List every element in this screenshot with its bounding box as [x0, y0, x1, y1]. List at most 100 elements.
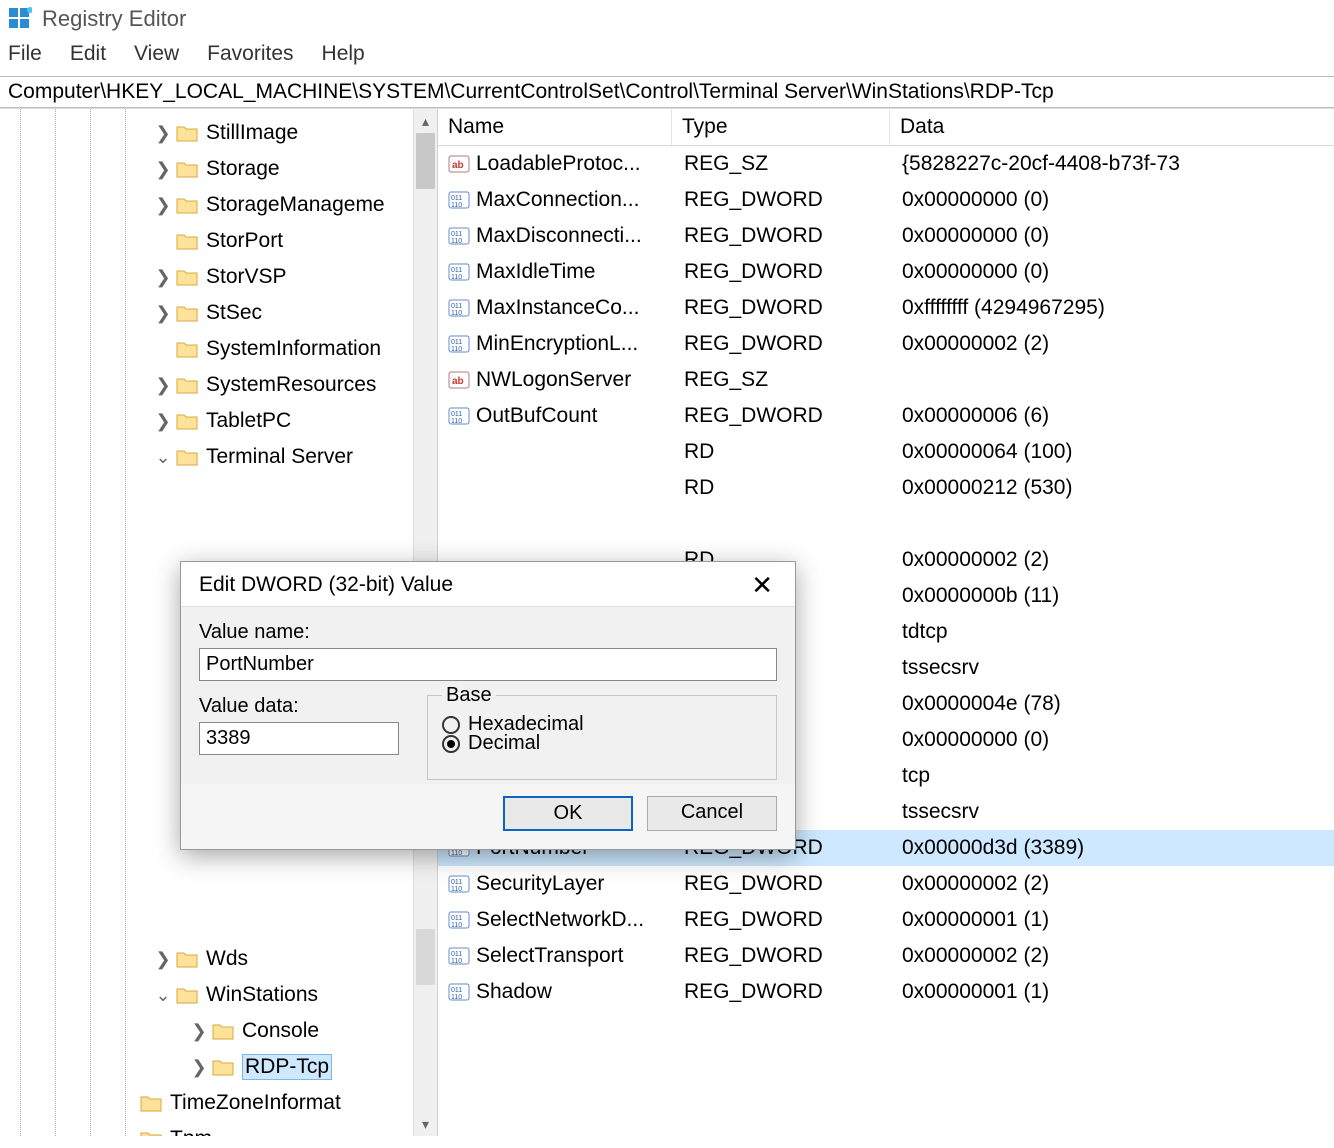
tree-item[interactable]: ❯ StorVSP — [0, 259, 437, 295]
list-row[interactable]: 011110 MaxIdleTime REG_DWORD 0x00000000 … — [438, 254, 1334, 290]
tree-item[interactable]: Tpm — [0, 1121, 437, 1136]
list-row[interactable]: 011110 SelectTransport REG_DWORD 0x00000… — [438, 938, 1334, 974]
list-row[interactable]: 011110 RD 0x00000212 (530) — [438, 470, 1334, 506]
tree-label: SystemInformation — [206, 337, 381, 361]
tree-item[interactable]: ❯ Wds — [0, 941, 437, 977]
cell-name: OutBufCount — [476, 404, 674, 428]
tree-label: Tpm — [170, 1127, 212, 1136]
ok-button[interactable]: OK — [503, 796, 633, 831]
title-bar: Registry Editor — [0, 0, 1334, 38]
scroll-thumb-lower[interactable] — [416, 929, 435, 985]
tree-label: TimeZoneInformat — [170, 1091, 341, 1115]
menu-favorites[interactable]: Favorites — [207, 42, 293, 66]
edit-dword-dialog: Edit DWORD (32-bit) Value ✕ Value name: … — [180, 561, 796, 850]
cell-data: 0x00000064 (100) — [892, 440, 1334, 464]
folder-icon — [176, 340, 198, 358]
close-icon[interactable]: ✕ — [743, 572, 781, 598]
svg-text:011: 011 — [451, 915, 462, 922]
chevron-icon[interactable]: ❯ — [154, 159, 172, 180]
tree-item[interactable]: TimeZoneInformat — [0, 1085, 437, 1121]
cell-type: REG_DWORD — [674, 224, 892, 248]
tree-item[interactable]: ❯ TabletPC — [0, 403, 437, 439]
svg-text:110: 110 — [451, 238, 462, 245]
tree-item[interactable]: ❯ Console — [0, 1013, 437, 1049]
cell-data: {5828227c-20cf-4408-b73f-73 — [892, 152, 1334, 176]
cell-data: 0x00000000 (0) — [892, 728, 1334, 752]
value-data-input[interactable] — [199, 722, 399, 755]
reg-dword-icon: 011110 — [448, 189, 470, 211]
menu-view[interactable]: View — [134, 42, 179, 66]
svg-text:011: 011 — [451, 339, 462, 346]
reg-dword-icon: 011110 — [448, 333, 470, 355]
svg-text:110: 110 — [451, 202, 462, 209]
tree-label: RDP-Tcp — [242, 1054, 332, 1080]
cell-type: RD — [674, 440, 892, 464]
reg-dword-icon: 011110 — [448, 873, 470, 895]
list-row[interactable]: 011110 MaxInstanceCo... REG_DWORD 0xffff… — [438, 290, 1334, 326]
list-row[interactable]: 011110 SecurityLayer REG_DWORD 0x0000000… — [438, 866, 1334, 902]
radio-dec[interactable]: Decimal — [442, 732, 762, 755]
tree-item[interactable]: ❯ Storage — [0, 151, 437, 187]
list-row[interactable]: 011110 — [438, 506, 1334, 542]
chevron-icon[interactable]: ❯ — [190, 1057, 208, 1078]
chevron-icon[interactable]: ❯ — [154, 949, 172, 970]
menu-help[interactable]: Help — [322, 42, 365, 66]
col-data[interactable]: Data — [890, 109, 1334, 145]
cell-data: 0x00000212 (530) — [892, 476, 1334, 500]
svg-text:110: 110 — [451, 310, 462, 317]
value-name-input[interactable] — [199, 648, 777, 681]
tree-item[interactable]: SystemInformation — [0, 331, 437, 367]
col-name[interactable]: Name — [438, 109, 672, 145]
folder-icon — [176, 950, 198, 968]
tree-item[interactable]: StorPort — [0, 223, 437, 259]
cancel-button[interactable]: Cancel — [647, 796, 777, 831]
tree-item[interactable]: ⌄ Terminal Server — [0, 439, 437, 475]
folder-icon — [176, 124, 198, 142]
list-row[interactable]: 011110 MaxConnection... REG_DWORD 0x0000… — [438, 182, 1334, 218]
cell-data: 0x00000002 (2) — [892, 332, 1334, 356]
chevron-icon[interactable]: ❯ — [154, 375, 172, 396]
tree-item[interactable]: ⌄ WinStations — [0, 977, 437, 1013]
list-row[interactable]: 011110 SelectNetworkD... REG_DWORD 0x000… — [438, 902, 1334, 938]
svg-text:110: 110 — [451, 886, 462, 893]
chevron-icon[interactable]: ❯ — [190, 1021, 208, 1042]
cell-name: NWLogonServer — [476, 368, 674, 392]
cell-type: REG_DWORD — [674, 872, 892, 896]
svg-text:ab: ab — [452, 160, 464, 171]
tree-item[interactable]: ❯ StillImage — [0, 115, 437, 151]
menu-file[interactable]: File — [8, 42, 42, 66]
chevron-icon[interactable]: ❯ — [154, 303, 172, 324]
folder-icon — [176, 196, 198, 214]
address-bar[interactable]: Computer\HKEY_LOCAL_MACHINE\SYSTEM\Curre… — [0, 76, 1334, 108]
tree-item[interactable]: ❯ StorageManageme — [0, 187, 437, 223]
tree-item[interactable]: ❯ SystemResources — [0, 367, 437, 403]
chevron-icon[interactable]: ⌄ — [154, 447, 172, 468]
list-row[interactable]: 011110 RD 0x00000064 (100) — [438, 434, 1334, 470]
list-row[interactable]: ab LoadableProtoc... REG_SZ {5828227c-20… — [438, 146, 1334, 182]
reg-dword-icon: 011110 — [448, 261, 470, 283]
scroll-thumb[interactable] — [416, 133, 435, 189]
cell-data: 0x00000002 (2) — [892, 944, 1334, 968]
chevron-icon[interactable]: ❯ — [154, 267, 172, 288]
dialog-titlebar[interactable]: Edit DWORD (32-bit) Value ✕ — [181, 562, 795, 606]
tree-label: StSec — [206, 301, 262, 325]
cell-data: 0xffffffff (4294967295) — [892, 296, 1334, 320]
tree-item[interactable]: ❯ RDP-Tcp — [0, 1049, 437, 1085]
list-row[interactable]: 011110 MaxDisconnecti... REG_DWORD 0x000… — [438, 218, 1334, 254]
reg-dword-icon: 011110 — [448, 981, 470, 1003]
menu-edit[interactable]: Edit — [70, 42, 106, 66]
folder-icon — [176, 376, 198, 394]
cell-data: 0x00000006 (6) — [892, 404, 1334, 428]
scroll-down-icon[interactable]: ▾ — [414, 1112, 437, 1136]
chevron-icon[interactable]: ❯ — [154, 411, 172, 432]
list-row[interactable]: ab NWLogonServer REG_SZ — [438, 362, 1334, 398]
scroll-up-icon[interactable]: ▴ — [414, 109, 437, 133]
col-type[interactable]: Type — [672, 109, 890, 145]
chevron-icon[interactable]: ❯ — [154, 195, 172, 216]
list-row[interactable]: 011110 MinEncryptionL... REG_DWORD 0x000… — [438, 326, 1334, 362]
list-row[interactable]: 011110 Shadow REG_DWORD 0x00000001 (1) — [438, 974, 1334, 1010]
list-row[interactable]: 011110 OutBufCount REG_DWORD 0x00000006 … — [438, 398, 1334, 434]
tree-item[interactable]: ❯ StSec — [0, 295, 437, 331]
chevron-icon[interactable]: ⌄ — [154, 985, 172, 1006]
chevron-icon[interactable]: ❯ — [154, 123, 172, 144]
